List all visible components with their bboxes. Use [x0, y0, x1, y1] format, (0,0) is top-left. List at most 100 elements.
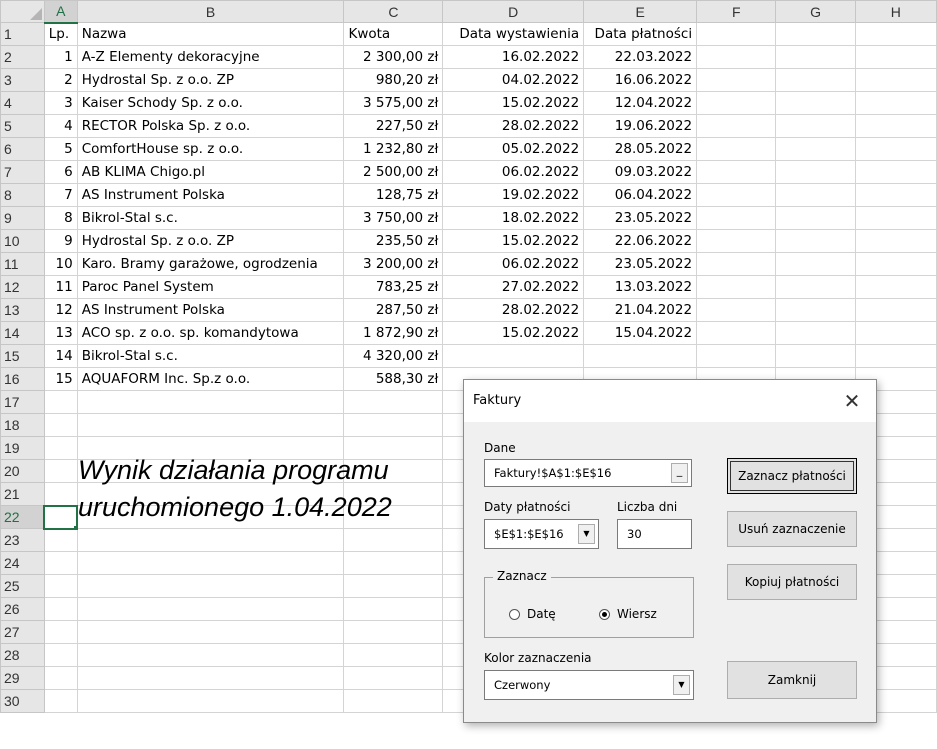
cell-due-date[interactable]: 23.05.2022: [583, 206, 698, 230]
cell-lp[interactable]: 15: [43, 367, 78, 391]
cell-amount[interactable]: 4 320,00 zł: [343, 344, 444, 368]
cell-issued-date[interactable]: 18.02.2022: [442, 206, 585, 230]
cell-empty[interactable]: [854, 229, 937, 253]
row-header[interactable]: 22: [0, 505, 46, 529]
cell-lp[interactable]: [43, 413, 78, 437]
cell-issued-date[interactable]: 28.02.2022: [442, 114, 585, 138]
row-header[interactable]: 2: [0, 45, 45, 69]
cell-empty[interactable]: [775, 91, 856, 115]
row-header[interactable]: 4: [0, 91, 45, 115]
row-header[interactable]: 30: [0, 689, 45, 713]
cell-name[interactable]: ACO sp. z o.o. sp. komandytowa: [76, 321, 345, 345]
close-icon[interactable]: ✕: [838, 387, 866, 415]
cell-due-date[interactable]: 28.05.2022: [583, 137, 698, 161]
column-header-a[interactable]: A: [43, 0, 78, 24]
zaznacz-platnosci-button[interactable]: Zaznacz płatności: [727, 458, 857, 494]
radio-row-label[interactable]: Wiersz: [617, 607, 657, 621]
cell-empty[interactable]: [696, 206, 777, 230]
column-header-d[interactable]: D: [442, 0, 585, 23]
cell-name[interactable]: Karo. Bramy garażowe, ogrodzenia: [76, 252, 345, 276]
cell-lp[interactable]: 3: [43, 91, 78, 115]
cell-amount[interactable]: [343, 597, 444, 621]
cell-due-date[interactable]: 12.04.2022: [583, 91, 698, 115]
cell-empty[interactable]: [854, 137, 937, 161]
cell-empty[interactable]: [854, 298, 937, 322]
cell-empty[interactable]: [854, 344, 937, 368]
cell-empty[interactable]: [696, 91, 777, 115]
cell-amount[interactable]: 2 500,00 zł: [343, 160, 444, 184]
cell-due-date[interactable]: 23.05.2022: [583, 252, 698, 276]
cell-empty[interactable]: [775, 206, 856, 230]
cell-empty[interactable]: [775, 160, 856, 184]
cell-amount[interactable]: Kwota: [343, 22, 444, 46]
row-header[interactable]: 25: [0, 574, 45, 598]
usun-zaznaczenie-button[interactable]: Usuń zaznaczenie: [727, 511, 857, 547]
cell-lp[interactable]: 2: [43, 68, 78, 92]
cell-amount[interactable]: [343, 551, 444, 575]
daty-platnosci-select[interactable]: $E$1:$E$16 ▼: [484, 519, 599, 549]
cell-empty[interactable]: [854, 45, 937, 69]
cell-empty[interactable]: [775, 321, 856, 345]
cell-empty[interactable]: [854, 160, 937, 184]
cell-lp[interactable]: [43, 528, 78, 552]
column-header-f[interactable]: F: [696, 0, 777, 23]
cell-name[interactable]: AS Instrument Polska: [76, 183, 345, 207]
cell-issued-date[interactable]: Data wystawienia: [442, 22, 585, 46]
cell-name[interactable]: ComfortHouse sp. z o.o.: [76, 137, 345, 161]
row-header[interactable]: 14: [0, 321, 45, 345]
cell-amount[interactable]: 2 300,00 zł: [343, 45, 444, 69]
cell-due-date[interactable]: 06.04.2022: [583, 183, 698, 207]
cell-empty[interactable]: [696, 137, 777, 161]
cell-issued-date[interactable]: 06.02.2022: [442, 160, 585, 184]
cell-lp[interactable]: 14: [43, 344, 78, 368]
cell-lp[interactable]: 8: [43, 206, 78, 230]
cell-empty[interactable]: [696, 275, 777, 299]
cell-due-date[interactable]: [583, 344, 698, 368]
cell-name[interactable]: [76, 390, 345, 414]
cell-empty[interactable]: [775, 229, 856, 253]
cell-lp[interactable]: 9: [43, 229, 78, 253]
row-header[interactable]: 23: [0, 528, 45, 552]
cell-empty[interactable]: [854, 114, 937, 138]
cell-name[interactable]: A-Z Elementy dekoracyjne: [76, 45, 345, 69]
cell-amount[interactable]: 3 750,00 zł: [343, 206, 444, 230]
cell-name[interactable]: Kaiser Schody Sp. z o.o.: [76, 91, 345, 115]
cell-issued-date[interactable]: 15.02.2022: [442, 91, 585, 115]
cell-lp[interactable]: [43, 390, 78, 414]
cell-name[interactable]: AQUAFORM Inc. Sp.z o.o.: [76, 367, 345, 391]
cell-empty[interactable]: [854, 321, 937, 345]
cell-due-date[interactable]: 13.03.2022: [583, 275, 698, 299]
chevron-down-icon[interactable]: ▼: [673, 675, 690, 695]
cell-amount[interactable]: [343, 574, 444, 598]
cell-lp[interactable]: 5: [43, 137, 78, 161]
row-header[interactable]: 20: [0, 459, 45, 483]
cell-name[interactable]: Hydrostal Sp. z o.o. ZP: [76, 68, 345, 92]
cell-name[interactable]: [76, 528, 345, 552]
cell-empty[interactable]: [775, 45, 856, 69]
cell-issued-date[interactable]: 28.02.2022: [442, 298, 585, 322]
cell-due-date[interactable]: 21.04.2022: [583, 298, 698, 322]
cell-amount[interactable]: 3 575,00 zł: [343, 91, 444, 115]
cell-empty[interactable]: [775, 137, 856, 161]
cell-name[interactable]: [76, 551, 345, 575]
cell-lp[interactable]: [43, 574, 78, 598]
cell-lp[interactable]: [43, 666, 78, 690]
cell-empty[interactable]: [854, 206, 937, 230]
radio-date-label[interactable]: Datę: [527, 607, 556, 621]
cell-empty[interactable]: [775, 68, 856, 92]
cell-empty[interactable]: [696, 68, 777, 92]
cell-issued-date[interactable]: 04.02.2022: [442, 68, 585, 92]
row-header[interactable]: 1: [0, 22, 45, 46]
row-header[interactable]: 16: [0, 367, 45, 391]
cell-issued-date[interactable]: 15.02.2022: [442, 229, 585, 253]
cell-empty[interactable]: [696, 183, 777, 207]
row-header[interactable]: 11: [0, 252, 45, 276]
cell-amount[interactable]: 287,50 zł: [343, 298, 444, 322]
cell-empty[interactable]: [854, 275, 937, 299]
cell-lp[interactable]: [43, 689, 78, 713]
cell-empty[interactable]: [854, 183, 937, 207]
cell-issued-date[interactable]: [442, 344, 585, 368]
cell-amount[interactable]: [343, 643, 444, 667]
column-header-g[interactable]: G: [775, 0, 856, 23]
row-header[interactable]: 21: [0, 482, 45, 506]
